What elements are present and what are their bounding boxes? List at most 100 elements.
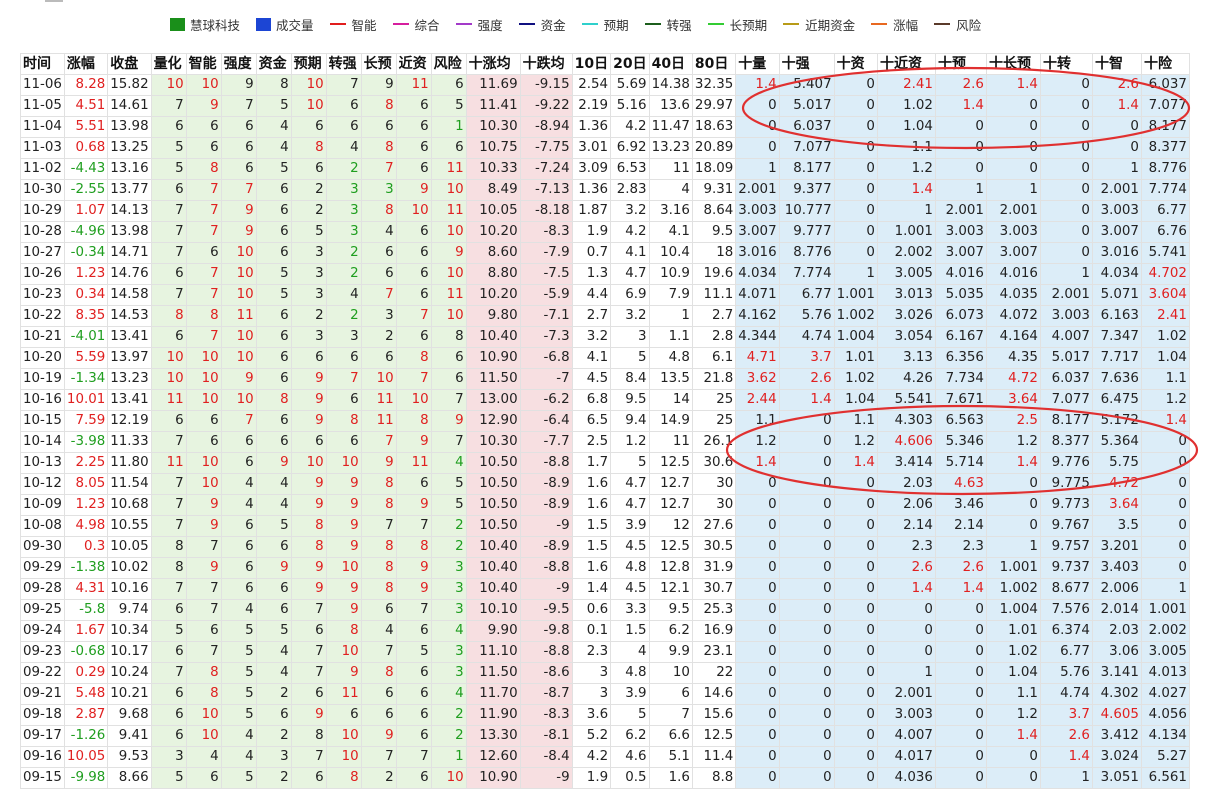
- table-row[interactable]: 10-19 -1.34 13.23 10 10 9 6 9 7 10 7 6 11.50 -7 4.5 8.4…: [20, 368, 1190, 390]
- cell-智能: 6: [185, 116, 222, 138]
- cell-40日: 3.16: [648, 200, 693, 222]
- table-row[interactable]: 09-22 0.29 10.24 7 8 5 4 7 9 8 6 3 11.50 -8.6 3 4.8 10 22…: [20, 662, 1190, 684]
- table-row[interactable]: 10-08 4.98 10.55 7 9 6 5 8 9 7 7 2 10.50 -9 1.5 3.9 12 27…: [20, 515, 1190, 537]
- column-header[interactable]: 量化: [150, 53, 187, 75]
- column-header[interactable]: 时间: [20, 53, 65, 75]
- cell-十涨均: 13.00: [465, 389, 521, 411]
- column-header[interactable]: 80日: [691, 53, 737, 75]
- legend-item[interactable]: 风险: [934, 15, 981, 34]
- column-header[interactable]: 十近资: [876, 53, 936, 75]
- table-row[interactable]: 10-13 2.25 11.80 11 10 6 9 10 10 9 11 4 10.50 -8.8 1.7…: [20, 452, 1190, 474]
- column-header[interactable]: 十资: [833, 53, 878, 75]
- column-header[interactable]: 40日: [648, 53, 693, 75]
- column-header[interactable]: 十跌均: [519, 53, 573, 75]
- legend-item[interactable]: 慧球科技: [170, 15, 240, 34]
- table-row[interactable]: 10-09 1.23 10.68 7 9 4 4 9 9 8 9 5 10.50 -8.9 1.6 4.7 12…: [20, 494, 1190, 516]
- table-row[interactable]: 09-24 1.67 10.34 5 6 5 5 6 8 4 6 4 9.90 -9.8 0.1 1.5 6.2…: [20, 620, 1190, 642]
- table-row[interactable]: 10-23 0.34 14.58 7 7 10 5 3 4 7 6 11 10.20 -5.9 4.4 6.9…: [20, 284, 1190, 306]
- legend-item[interactable]: 转强: [644, 15, 692, 34]
- cell-风险: 4: [430, 620, 467, 642]
- column-header[interactable]: 风险: [430, 53, 467, 75]
- table-row[interactable]: 10-29 1.07 14.13 7 7 9 6 2 3 8 10 11 10.05 -8.18 1.87 3…: [20, 200, 1190, 222]
- cell-十长预: 0: [985, 158, 1041, 180]
- table-row[interactable]: 10-14 -3.98 11.33 7 6 6 6 6 6 7 9 7 10.30 -7.7 2.5 1.2 1…: [20, 431, 1190, 453]
- legend-item[interactable]: 综合: [392, 15, 440, 34]
- legend-item[interactable]: 强度: [455, 15, 503, 34]
- legend-item[interactable]: 成交量: [256, 15, 314, 34]
- column-header[interactable]: 近资: [395, 53, 432, 75]
- table-row[interactable]: 09-15 -9.98 8.66 5 6 5 2 6 8 2 6 10 10.90 -9 1.9 0.5 1.6…: [20, 767, 1190, 789]
- table-row[interactable]: 09-28 4.31 10.16 7 7 6 6 9 9 8 9 3 10.40 -9 1.4 4.5 12.1…: [20, 578, 1190, 600]
- cell-十资: 0: [833, 95, 878, 117]
- table-row[interactable]: 11-05 4.51 14.61 7 9 7 5 10 6 8 6 5 11.41 -9.22 2.19 5.…: [20, 95, 1190, 117]
- cell-资金: 2: [255, 725, 292, 747]
- legend-item[interactable]: 长预期: [707, 15, 767, 34]
- cell-收盘: 11.54: [107, 473, 152, 495]
- cell-智能: 6: [185, 137, 222, 159]
- table-row[interactable]: 11-03 0.68 13.25 5 6 6 4 8 4 8 6 6 10.75 -7.75 3.01 6.9…: [20, 137, 1190, 159]
- column-header[interactable]: 十涨均: [465, 53, 521, 75]
- column-header[interactable]: 十长预: [985, 53, 1041, 75]
- cell-十涨均: 9.90: [465, 620, 521, 642]
- column-header[interactable]: 智能: [185, 53, 222, 75]
- legend-item[interactable]: 近期资金: [783, 15, 855, 34]
- cell-风险: 3: [430, 662, 467, 684]
- table-row[interactable]: 09-23 -0.68 10.17 6 7 5 4 7 10 7 5 3 11.10 -8.8 2.3 4 9.…: [20, 641, 1190, 663]
- column-header[interactable]: 十转: [1039, 53, 1093, 75]
- column-header[interactable]: 转强: [325, 53, 362, 75]
- legend-item[interactable]: 涨幅: [871, 15, 918, 34]
- cell-十智: 4.605: [1091, 704, 1142, 726]
- table-row[interactable]: 10-21 -4.01 13.41 6 7 10 6 3 3 2 6 8 10.40 -7.3 3.2 3 1.…: [20, 326, 1190, 348]
- cell-风险: 3: [430, 578, 467, 600]
- column-header[interactable]: 收盘: [107, 53, 152, 75]
- legend-item[interactable]: 预期: [581, 15, 629, 34]
- column-header[interactable]: 十预: [934, 53, 987, 75]
- table-row[interactable]: 09-18 2.87 9.68 6 10 5 6 9 6 6 6 2 11.90 -8.3 3.6 5 7 15.…: [20, 704, 1190, 726]
- column-header[interactable]: 长预: [360, 53, 397, 75]
- table-row[interactable]: 09-16 10.05 9.53 3 4 4 3 7 10 7 7 1 12.60 -8.4 4.2 4.6 5…: [20, 746, 1190, 768]
- legend-label: 涨幅: [893, 17, 919, 33]
- table-row[interactable]: 10-22 8.35 14.53 8 8 11 6 2 2 3 7 10 9.80 -7.1 2.7 3.2 1…: [20, 305, 1190, 327]
- table-row[interactable]: 10-30 -2.55 13.77 6 7 7 6 2 3 3 9 10 8.49 -7.13 1.36 2.…: [20, 179, 1190, 201]
- cell-10日: 4.1: [571, 347, 612, 369]
- table-row[interactable]: 11-04 5.51 13.98 6 6 6 4 6 6 6 6 1 10.30 -8.94 1.36 4.2…: [20, 116, 1190, 138]
- table-row[interactable]: 11-02 -4.43 13.16 5 8 6 5 6 2 7 6 11 10.33 -7.24 3.09 6…: [20, 158, 1190, 180]
- cell-转强: 4: [325, 284, 362, 306]
- table-row[interactable]: 10-16 10.01 13.41 11 10 10 8 9 6 11 10 7 13.00 -6.2 6.…: [20, 389, 1190, 411]
- cell-十转: 8.677: [1039, 578, 1093, 600]
- table-row[interactable]: 09-30 0.3 10.05 8 7 6 6 8 9 8 8 2 10.40 -8.9 1.5 4.5 12.…: [20, 536, 1190, 558]
- column-header[interactable]: 资金: [255, 53, 292, 75]
- cell-40日: 7.9: [648, 284, 693, 306]
- cell-强度: 5: [220, 767, 257, 789]
- cell-10日: 2.5: [571, 431, 612, 453]
- cell-十预: 1: [934, 179, 987, 201]
- cell-10日: 0.1: [571, 620, 612, 642]
- column-header[interactable]: 十智: [1091, 53, 1142, 75]
- column-header[interactable]: 十险: [1140, 53, 1190, 75]
- column-header[interactable]: 强度: [220, 53, 257, 75]
- cell-十预: 0: [934, 725, 987, 747]
- cell-十险: 6.76: [1140, 221, 1190, 243]
- cell-十量: 1.4: [735, 74, 780, 96]
- column-header[interactable]: 涨幅: [63, 53, 109, 75]
- table-row[interactable]: 10-28 -4.96 13.98 7 7 9 6 5 3 4 6 10 10.20 -8.3 1.9 4.2…: [20, 221, 1190, 243]
- legend-swatch-line: [518, 23, 535, 25]
- legend-item[interactable]: 智能: [329, 15, 377, 34]
- table-row[interactable]: 09-21 5.48 10.21 6 8 5 2 6 11 6 6 4 11.70 -8.7 3 3.9 6 14…: [20, 683, 1190, 705]
- table-row[interactable]: 09-25 -5.8 9.74 6 7 4 6 7 9 6 7 3 10.10 -9.5 0.6 3.3 9.5…: [20, 599, 1190, 621]
- column-header[interactable]: 20日: [610, 53, 650, 75]
- cell-10日: 0.6: [571, 599, 612, 621]
- table-row[interactable]: 11-06 8.28 15.82 10 10 9 8 10 7 9 11 6 11.69 -9.15 2.5…: [20, 74, 1190, 96]
- table-row[interactable]: 09-17 -1.26 9.41 6 10 4 2 8 10 9 6 2 13.30 -8.1 5.2 6.2…: [20, 725, 1190, 747]
- column-header[interactable]: 预期: [290, 53, 327, 75]
- table-row[interactable]: 10-12 8.05 11.54 7 10 4 4 9 9 8 6 5 10.50 -8.9 1.6 4.7 1…: [20, 473, 1190, 495]
- table-row[interactable]: 10-20 5.59 13.97 10 10 10 6 6 6 6 8 6 10.90 -6.8 4.1 5 4…: [20, 347, 1190, 369]
- table-row[interactable]: 10-27 -0.34 14.71 7 6 10 6 3 2 6 6 9 8.60 -7.9 0.7 4.1 1…: [20, 242, 1190, 264]
- table-row[interactable]: 10-26 1.23 14.76 6 7 10 5 3 2 6 6 10 8.80 -7.5 1.3 4.7 1…: [20, 263, 1190, 285]
- column-header[interactable]: 十量: [735, 53, 780, 75]
- column-header[interactable]: 十强: [778, 53, 835, 75]
- legend-item[interactable]: 资金: [518, 15, 566, 34]
- table-row[interactable]: 10-15 7.59 12.19 6 6 7 6 9 8 11 8 9 12.90 -6.4 6.5 9.4 1…: [20, 410, 1190, 432]
- column-header[interactable]: 10日: [571, 53, 612, 75]
- table-row[interactable]: 09-29 -1.38 10.02 8 9 6 9 9 10 8 9 3 10.40 -8.8 1.6 4.8…: [20, 557, 1190, 579]
